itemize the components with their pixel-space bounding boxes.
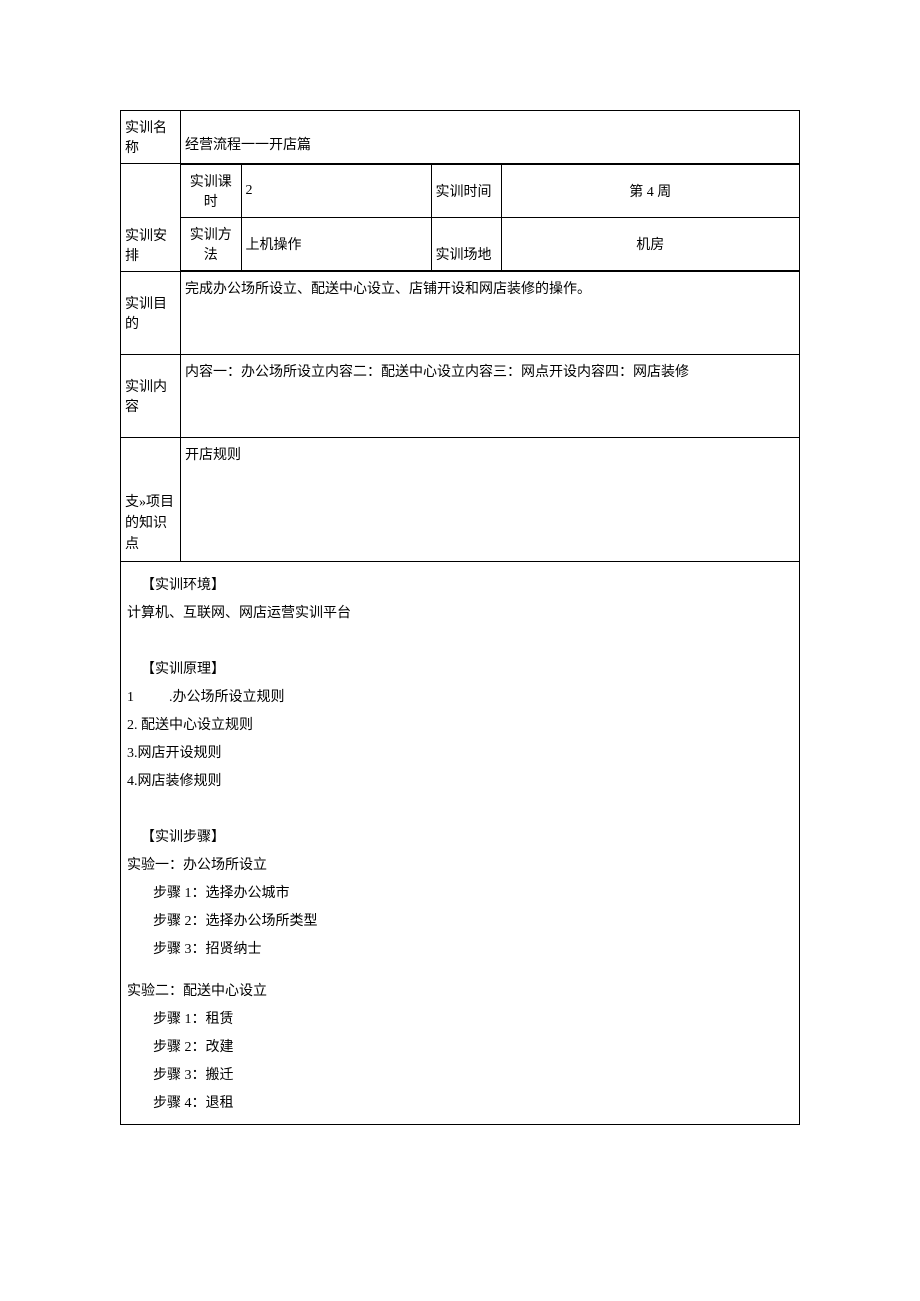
experiment-1-step: 步骤 1：选择办公城市 <box>127 880 793 908</box>
principle-item: 3.网店开设规则 <box>127 746 222 761</box>
label-time: 实训时间 <box>431 165 501 218</box>
experiment-2-step: 步骤 3：搬迁 <box>127 1062 793 1090</box>
label-method: 实训方法 <box>181 218 241 271</box>
principle-item: 4.网店装修规则 <box>127 774 222 789</box>
experiment-1-step: 步骤 3：招贤纳士 <box>127 936 793 964</box>
value-period: 2 <box>241 165 431 218</box>
env-text: 计算机、互联网、网店运营实训平台 <box>127 606 351 621</box>
value-training-name: 经营流程一一开店篇 <box>181 134 799 160</box>
arrange-inner-table: 实训课时 2 实训时间 第 4 周 实训方法 上机操作 实训场地 机房 <box>181 164 799 271</box>
value-time: 第 4 周 <box>501 165 799 218</box>
label-knowledge-line1: 支»项目 <box>125 495 174 510</box>
value-method: 上机操作 <box>241 218 431 271</box>
training-body: 【实训环境】 计算机、互联网、网店运营实训平台 【实训原理】 1 .办公场所设立… <box>120 562 800 1125</box>
value-training-goal: 完成办公场所设立、配送中心设立、店铺开设和网店装修的操作。 <box>181 272 800 355</box>
principle-item: 2. 配送中心设立规则 <box>127 718 253 733</box>
label-knowledge-line2: 的知识点 <box>125 516 167 552</box>
label-training-name: 实训名称 <box>121 111 181 164</box>
experiment-2-step: 步骤 1：租赁 <box>127 1006 793 1034</box>
label-training-goal: 实训目的 <box>121 272 181 355</box>
experiment-2-title: 实验二：配送中心设立 <box>127 984 267 999</box>
experiment-2-step: 步骤 4：退租 <box>127 1090 793 1118</box>
label-training-content: 实训内容 <box>121 355 181 438</box>
steps-heading: 【实训步骤】 <box>127 824 793 852</box>
label-period: 实训课时 <box>181 165 241 218</box>
value-knowledge: 开店规则 <box>181 438 800 562</box>
training-table: 实训名称 经营流程一一开店篇 实训安排 实训课时 <box>120 110 800 562</box>
principle-item: 1 .办公场所设立规则 <box>127 690 285 705</box>
label-training-arrange: 实训安排 <box>121 164 181 272</box>
value-training-content: 内容一：办公场所设立内容二：配送中心设立内容三：网点开设内容四：网店装修 <box>181 355 800 438</box>
label-place: 实训场地 <box>431 218 501 271</box>
value-place: 机房 <box>501 218 799 271</box>
label-knowledge: 支»项目 的知识点 <box>121 438 181 562</box>
experiment-1-step: 步骤 2：选择办公场所类型 <box>127 908 793 936</box>
experiment-2-step: 步骤 2：改建 <box>127 1034 793 1062</box>
env-heading: 【实训环境】 <box>127 572 793 600</box>
principle-heading: 【实训原理】 <box>127 656 793 684</box>
experiment-1-title: 实验一：办公场所设立 <box>127 858 267 873</box>
